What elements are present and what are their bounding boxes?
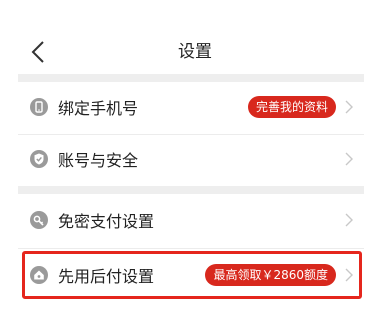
settings-page: 设置 绑定手机号 完善我的资料 账号与安全 免密支付设置 先用后付设置 最高领取… (0, 0, 390, 316)
row-label: 绑定手机号 (58, 99, 139, 118)
nav-header: 设置 (0, 0, 390, 76)
row-account-security[interactable]: 账号与安全 (18, 131, 364, 187)
row-label: 账号与安全 (58, 151, 139, 170)
chevron-right-icon (344, 99, 354, 115)
page-title: 设置 (178, 42, 212, 62)
key-icon (30, 211, 48, 229)
shield-icon (30, 150, 48, 168)
row-label: 免密支付设置 (58, 212, 155, 231)
highlight-box (22, 251, 362, 299)
chevron-right-icon (344, 212, 354, 228)
phone-icon (30, 98, 48, 116)
row-password-free-payment[interactable]: 免密支付设置 (18, 192, 364, 248)
row-bind-phone[interactable]: 绑定手机号 完善我的资料 (18, 79, 364, 135)
complete-profile-badge[interactable]: 完善我的资料 (247, 96, 336, 118)
chevron-right-icon (344, 151, 354, 167)
